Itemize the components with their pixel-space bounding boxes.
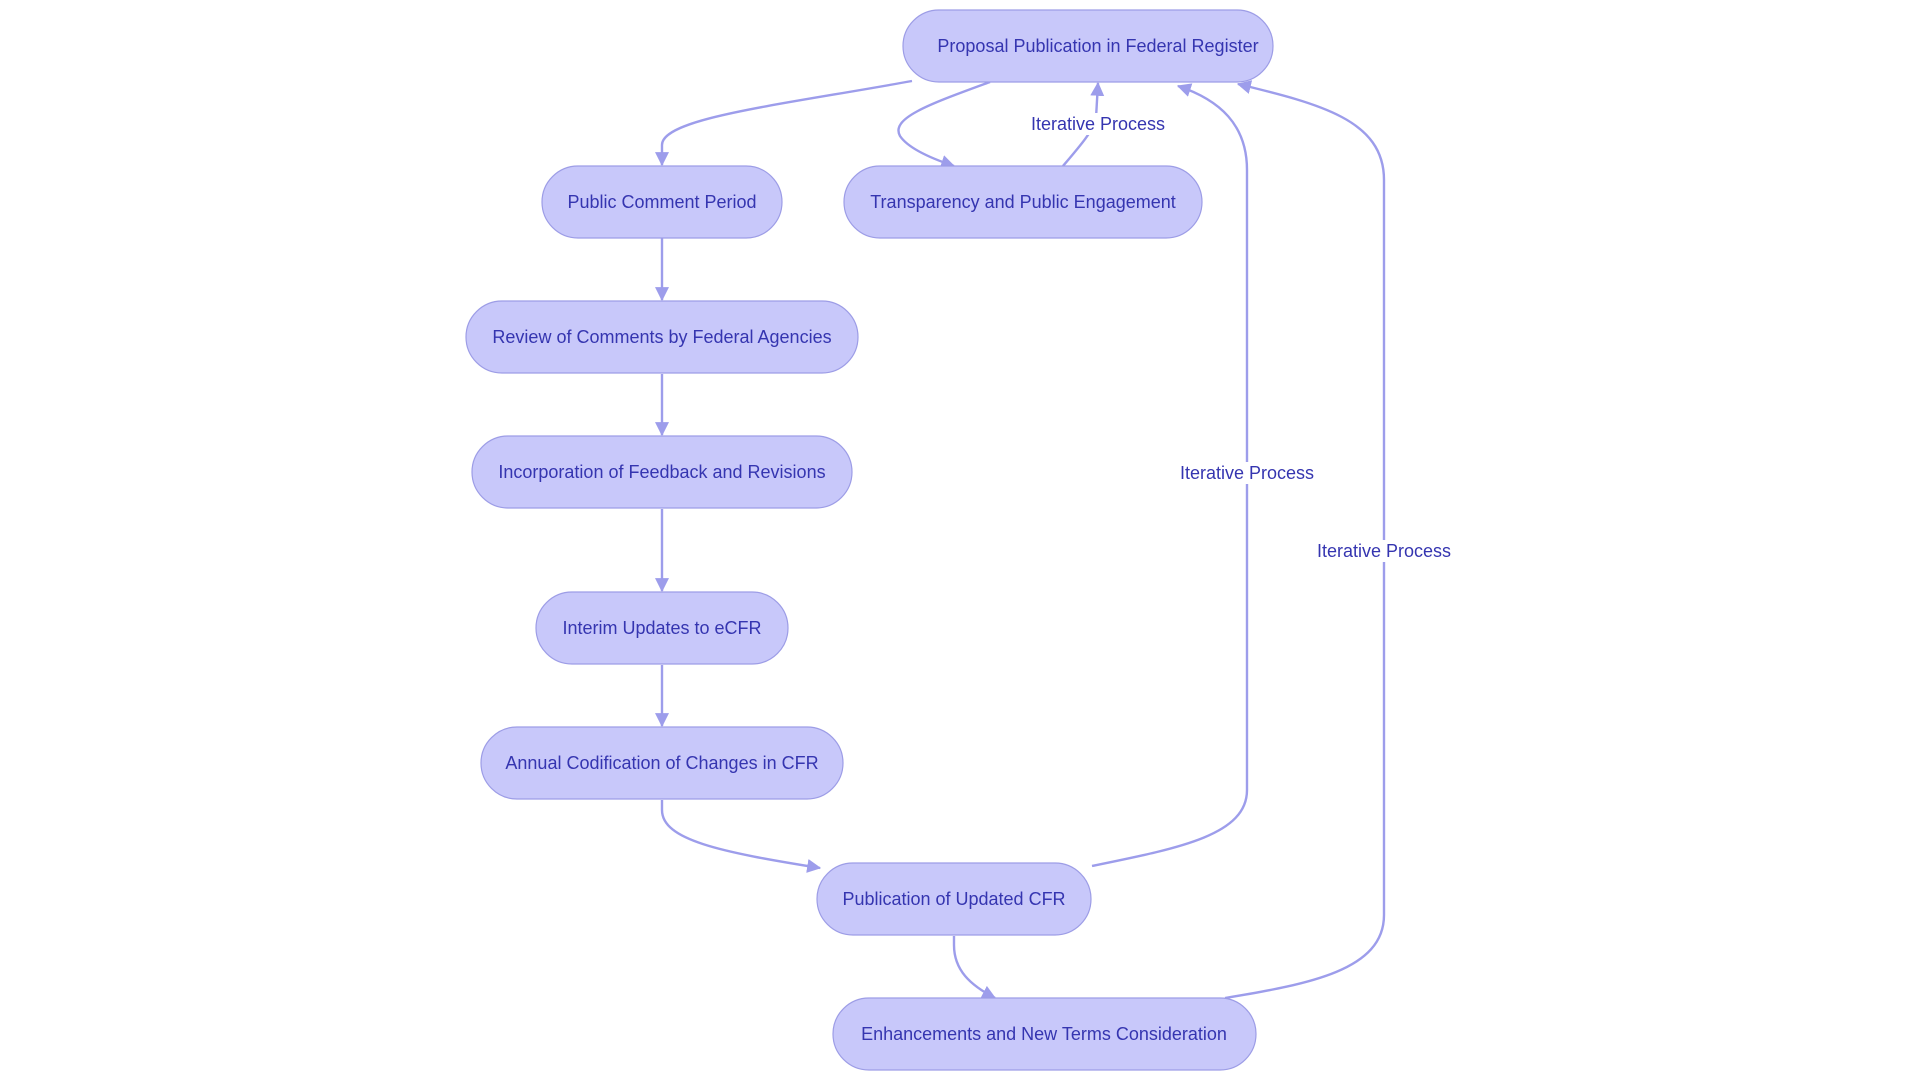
svg-text:Iterative Process: Iterative Process [1317,541,1451,561]
edge-proposal-to-transparency [897,80,991,169]
svg-text:Publication of Updated CFR: Publication of Updated CFR [842,889,1065,909]
svg-text:Interim Updates to eCFR: Interim Updates to eCFR [562,618,761,638]
node-annual-codification[interactable]: Annual Codification of Changes in CFR [480,726,844,800]
svg-text:Review of Comments by Federal: Review of Comments by Federal Agencies [492,327,831,347]
svg-text:Annual Codification of Changes: Annual Codification of Changes in CFR [505,753,818,773]
node-incorporation-of-feedback[interactable]: Incorporation of Feedback and Revisions [471,435,853,509]
node-review-of-comments[interactable]: Review of Comments by Federal Agencies [465,300,859,374]
svg-text:Iterative Process: Iterative Process [1180,463,1314,483]
node-enhancements-new-terms[interactable]: Enhancements and New Terms Consideration [832,997,1257,1071]
node-interim-updates[interactable]: Interim Updates to eCFR [535,591,789,665]
svg-text:Enhancements and New Terms Con: Enhancements and New Terms Consideration [861,1024,1227,1044]
svg-text:Transparency and Public Engage: Transparency and Public Engagement [870,192,1176,212]
edge-label-publication-loop: Iterative Process [1177,462,1317,484]
edge-label-transparency-loop: Iterative Process [1028,113,1168,135]
svg-text:Proposal Publication in Federa: Proposal Publication in Federal Register [937,36,1258,56]
node-public-comment-period[interactable]: Public Comment Period [541,165,783,239]
node-publication-updated-cfr[interactable]: Publication of Updated CFR [816,862,1092,936]
node-transparency-engagement[interactable]: Transparency and Public Engagement [843,165,1203,239]
svg-text:Incorporation of Feedback and: Incorporation of Feedback and Revisions [498,462,825,482]
edge-proposal-to-comment [655,79,913,167]
node-proposal-publication[interactable]: Proposal Publication in Federal Register [902,9,1274,83]
edge-label-enhancements-loop: Iterative Process [1314,540,1454,562]
svg-text:Public Comment Period: Public Comment Period [567,192,756,212]
edge-publication-to-enhancements [952,936,997,1000]
flowchart-diagram: Iterative Process Iterative Process Iter… [465,9,1454,1071]
edge-annual-to-publication [660,800,822,873]
svg-text:Iterative Process: Iterative Process [1031,114,1165,134]
